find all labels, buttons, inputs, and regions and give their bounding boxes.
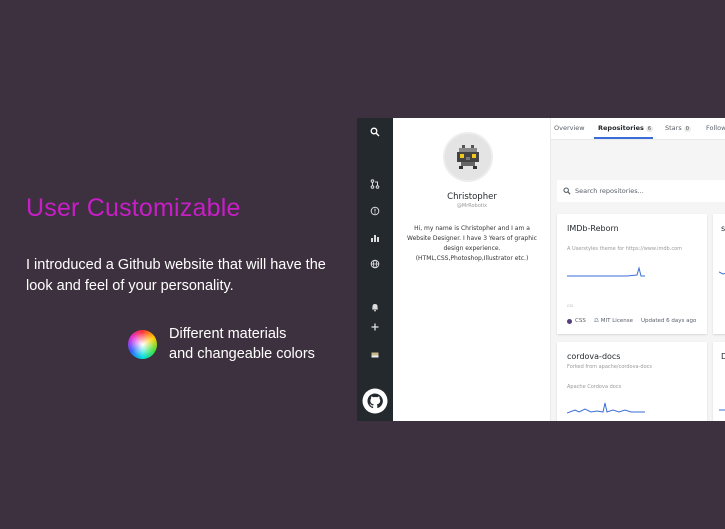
tab-stars[interactable]: Stars 0 — [665, 124, 691, 132]
chart-icon[interactable] — [357, 231, 393, 245]
tab-repositories[interactable]: Repositories 6 — [598, 124, 654, 132]
profile-panel: Christopher @MrRobotix Hi, my name is Ch… — [393, 118, 551, 421]
profile-bio: Hi, my name is Christopher and I am a We… — [407, 225, 537, 262]
search-repositories[interactable]: Search repositories... — [557, 180, 725, 202]
promo-description: I introduced a Github website that will … — [26, 257, 326, 294]
feature-line-1: Different materials — [169, 326, 287, 342]
tab-count-badge: 6 — [645, 126, 654, 132]
license-icon: ⚖ — [593, 318, 599, 324]
promo-title: User Customizable — [26, 194, 241, 222]
github-logo-icon[interactable] — [362, 388, 388, 414]
repo-updated: Updated 6 days ago — [640, 318, 697, 324]
bell-icon[interactable] — [357, 300, 393, 314]
repo-license: MIT License — [600, 318, 633, 324]
tab-bar: Overview Repositories 6 Stars 0 Follow — [551, 118, 725, 140]
repo-card[interactable]: cordova-docs Forked from apache/cordova-… — [557, 342, 707, 421]
repo-name[interactable]: cordova-docs — [567, 352, 620, 361]
promo-feature: Different materials and changeable color… — [128, 324, 315, 364]
repo-language: CSS — [575, 318, 586, 324]
repo-description: A Userstyles theme for https://www.imdb.… — [567, 246, 682, 252]
activity-sparkline — [719, 271, 725, 275]
avatar[interactable] — [443, 132, 493, 182]
issue-icon[interactable] — [357, 204, 393, 218]
repo-forked-from: Forked from apache/cordova-docs — [567, 364, 652, 370]
repo-name[interactable]: IMDb-Reborn — [567, 224, 619, 233]
tab-label: Repositories — [598, 124, 644, 132]
main-content: Overview Repositories 6 Stars 0 Follow Sea… — [551, 118, 725, 421]
language-color-dot — [567, 318, 572, 324]
feature-line-2: and changeable colors — [169, 346, 315, 362]
color-wheel-icon — [128, 329, 157, 359]
github-app-mockup: Christopher @MrRobotix Hi, my name is Ch… — [357, 118, 725, 421]
tab-count-badge: 0 — [683, 126, 691, 132]
activity-sparkline — [719, 409, 725, 411]
repo-name[interactable]: s — [721, 224, 725, 233]
profile-username: @MrRobotix — [456, 203, 488, 209]
tab-overview[interactable]: Overview — [554, 124, 585, 132]
tab-label: Follow — [706, 124, 725, 132]
sidebar — [357, 118, 393, 421]
activity-sparkline — [567, 402, 645, 414]
repo-card-partial[interactable]: D — [713, 342, 725, 421]
tab-label: Stars — [665, 124, 682, 132]
pull-request-icon[interactable] — [357, 177, 393, 191]
tab-label: Overview — [554, 124, 585, 132]
repo-language-small: css — [567, 303, 574, 308]
inbox-icon[interactable] — [357, 348, 393, 362]
tab-followers[interactable]: Follow — [706, 124, 725, 132]
activity-sparkline — [567, 266, 645, 277]
repo-meta: CSS ⚖ MIT License Updated 6 days ago — [567, 318, 696, 324]
repo-card-partial[interactable]: s — [713, 214, 725, 334]
plus-icon[interactable] — [357, 320, 393, 334]
profile-name: Christopher — [447, 192, 497, 202]
repo-card[interactable]: IMDb-Reborn A Userstyles theme for https… — [557, 214, 707, 334]
search-placeholder: Search repositories... — [575, 187, 644, 195]
active-tab-indicator — [594, 137, 653, 139]
search-icon[interactable] — [357, 125, 393, 139]
repo-name[interactable]: D — [721, 352, 725, 361]
feature-text: Different materials and changeable color… — [169, 324, 315, 364]
globe-icon[interactable] — [357, 257, 393, 271]
search-icon — [563, 187, 571, 195]
robot-avatar-icon — [457, 145, 479, 169]
repo-description: Apache Cordova docs — [567, 384, 622, 390]
